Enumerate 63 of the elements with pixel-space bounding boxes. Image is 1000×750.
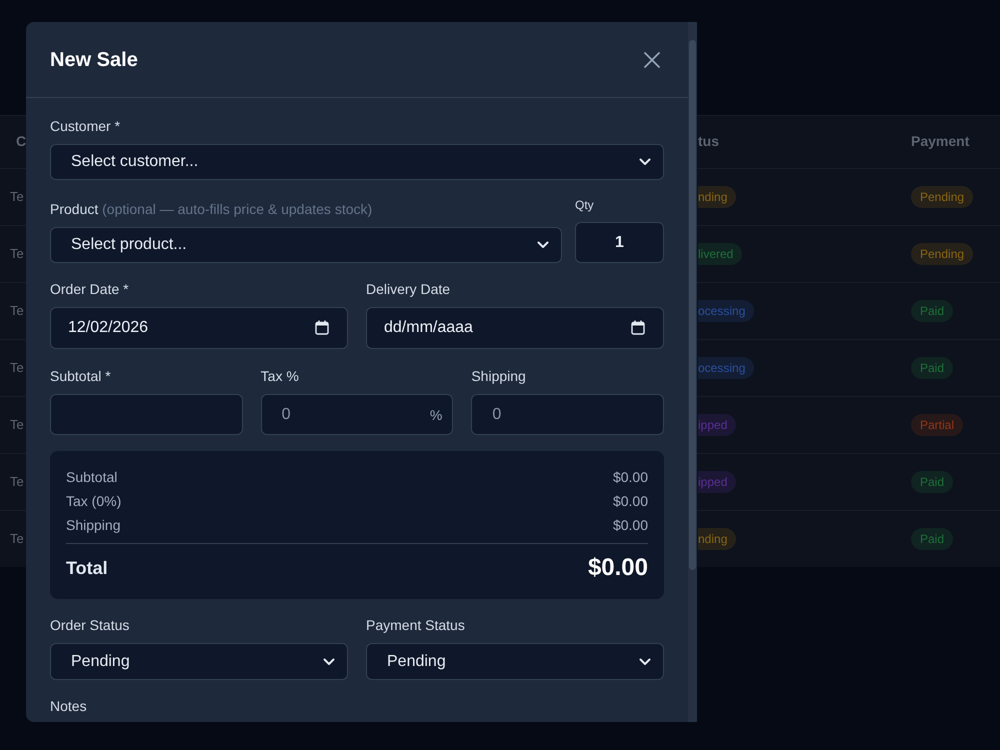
close-button[interactable]	[642, 50, 662, 70]
field-label: Notes	[50, 697, 87, 716]
status-badge: ipped	[698, 414, 736, 436]
field-label: Subtotal *	[50, 367, 111, 386]
table-cell: Te	[10, 360, 24, 375]
field-label: Payment Status	[366, 616, 465, 635]
field-label: Tax %	[260, 367, 299, 386]
field-label: Customer *	[50, 117, 120, 136]
table-cell: Te	[10, 474, 24, 489]
order-status-select[interactable]: Pending	[50, 643, 348, 680]
table-cell: Te	[10, 246, 24, 261]
payment-badge: Paid	[911, 300, 954, 322]
payment-badge: Pending	[911, 243, 974, 265]
product-select[interactable]: Select product...	[50, 227, 562, 263]
status-badge: ipped	[698, 471, 736, 493]
chevron-down-icon	[639, 658, 651, 666]
field-label: Delivery Date	[366, 280, 450, 299]
payment-badge: Paid	[911, 471, 954, 493]
field-label: Shipping	[471, 367, 526, 386]
payment-badge: Pending	[911, 186, 974, 208]
calendar-icon[interactable]	[315, 320, 329, 335]
dialog-title: New Sale	[50, 48, 138, 72]
field-label: Qty	[575, 197, 594, 213]
status-badge: nding	[698, 528, 736, 550]
payment-badge: Paid	[911, 528, 954, 550]
summary-value: $0.00	[612, 516, 648, 535]
date-input[interactable]: dd/mm/aaaa	[366, 307, 664, 349]
scrollbar-thumb[interactable]	[689, 40, 696, 570]
date-input[interactable]: 12/02/2026	[50, 307, 348, 349]
status-badge: livered	[698, 243, 742, 265]
total-label: Total	[66, 556, 108, 580]
summary-label: Subtotal	[66, 468, 118, 487]
summary-value: $0.00	[612, 492, 648, 511]
chevron-down-icon	[323, 658, 335, 666]
close-icon	[644, 52, 660, 68]
table-cell: Te	[10, 417, 24, 432]
status-badge: ocessing	[698, 300, 754, 322]
percent-suffix: %	[430, 406, 442, 425]
payment-status-select[interactable]: Pending	[366, 643, 664, 680]
column-header: C	[16, 133, 26, 149]
table-cell: Te	[10, 531, 24, 546]
table-cell: Te	[10, 189, 24, 204]
shipping-input[interactable]: 0	[471, 394, 664, 435]
payment-badge: Paid	[911, 357, 954, 379]
chevron-down-icon	[537, 241, 549, 249]
column-header: tus	[698, 133, 719, 149]
status-badge: ocessing	[698, 357, 754, 379]
qty-input[interactable]: 1	[575, 222, 664, 263]
field-label: Order Status	[50, 616, 130, 635]
field-label: Order Date *	[50, 280, 129, 299]
customer-select[interactable]: Select customer...	[50, 144, 664, 180]
column-header: Payment	[911, 133, 970, 149]
subtotal-input[interactable]	[50, 394, 243, 435]
status-badge: nding	[698, 186, 736, 208]
chevron-down-icon	[639, 158, 651, 166]
field-label: Product (optional — auto-fills price & updates stock)	[50, 200, 372, 219]
summary-value: $0.00	[612, 468, 648, 487]
payment-badge: Partial	[911, 414, 964, 436]
total-value: $0.00	[588, 553, 648, 583]
table-cell: Te	[10, 303, 24, 318]
summary-label: Tax (0%)	[66, 492, 122, 511]
calendar-icon[interactable]	[631, 320, 645, 335]
summary-label: Shipping	[66, 516, 120, 535]
